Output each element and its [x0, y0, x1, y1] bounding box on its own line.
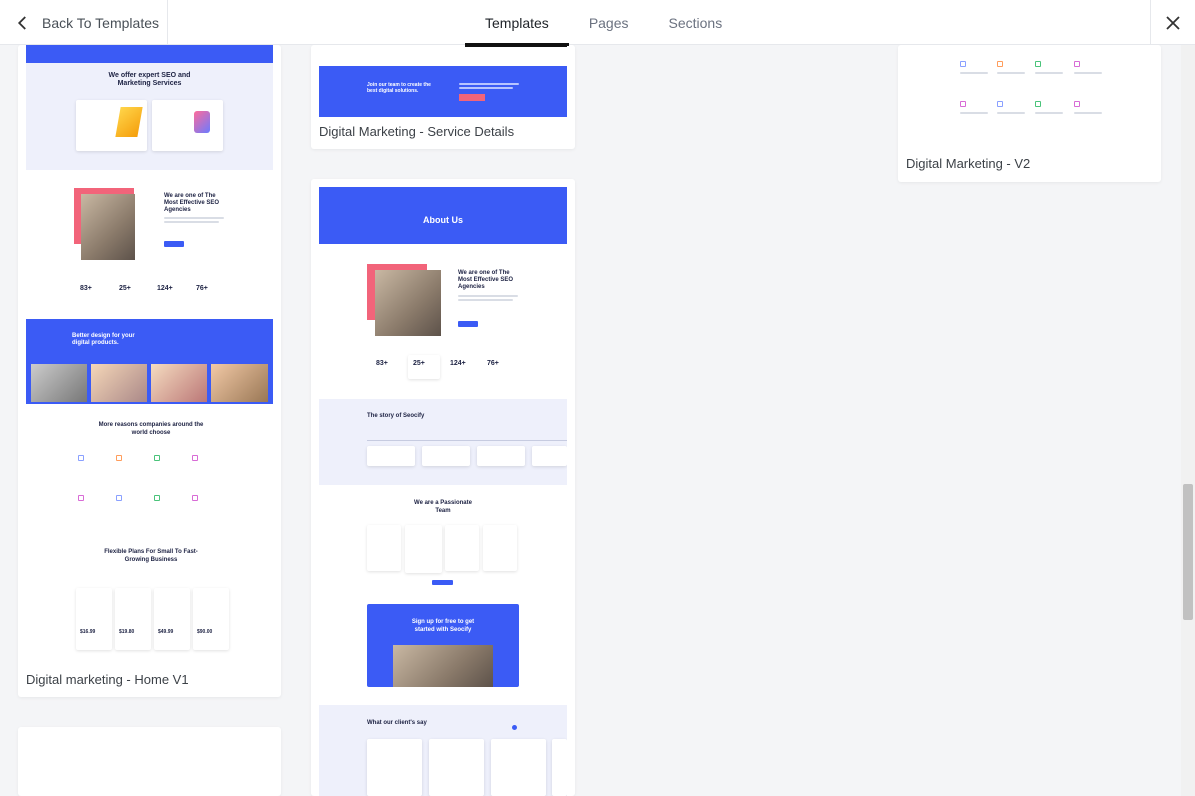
clients-section: What our client's say	[319, 705, 567, 796]
close-button[interactable]	[1150, 0, 1195, 45]
template-card-home-v1[interactable]: We offer expert SEO and Marketing Servic…	[18, 45, 281, 697]
template-card-services[interactable]: Services	[18, 727, 281, 796]
template-thumbnail-home-v1[interactable]: We offer expert SEO and Marketing Servic…	[26, 45, 273, 667]
team-photo	[81, 194, 135, 260]
template-thumbnail-services[interactable]: Services	[26, 735, 273, 796]
signup-section: Sign up for free to get started with Seo…	[367, 604, 519, 687]
design-section: Better design for your digital products.	[26, 319, 273, 404]
template-thumbnail-service-details[interactable]: Join our team to create the best digital…	[319, 45, 567, 117]
template-card-about[interactable]: About Us We are one of The Most Effectiv…	[311, 179, 575, 796]
top-bar: Back To Templates Templates Pages Sectio…	[0, 0, 1195, 46]
clients-title: What our client's say	[367, 720, 427, 726]
back-label: Back To Templates	[42, 14, 159, 31]
signup-title: Sign up for free to get started with Seo…	[411, 619, 475, 633]
seo-section: We offer expert SEO and Marketing Servic…	[26, 45, 273, 170]
close-icon	[1166, 15, 1180, 30]
services-banner-title: Services	[130, 757, 169, 767]
template-thumbnail-about[interactable]: About Us We are one of The Most Effectiv…	[319, 187, 567, 796]
story-title: The story of Seocify	[367, 413, 425, 419]
about-agency-title: We are one of The Most Effective SEO Age…	[458, 270, 514, 290]
chevron-left-icon	[17, 15, 26, 30]
template-label-home-v1: Digital marketing - Home V1	[26, 672, 189, 687]
join-text: Join our team to create the best digital…	[367, 82, 431, 94]
story-section: The story of Seocify	[319, 399, 567, 485]
tab-pages[interactable]: Pages	[569, 0, 649, 45]
scrollbar-thumb[interactable]	[1183, 484, 1193, 620]
template-label-v2: Digital Marketing - V2	[906, 156, 1031, 171]
back-to-templates-button[interactable]: Back To Templates	[0, 0, 168, 45]
tab-bar: Templates Pages Sections	[465, 0, 743, 46]
seo-title: We offer expert SEO and Marketing Servic…	[108, 72, 191, 87]
plans-title: Flexible Plans For Small To Fast-Growing…	[104, 549, 198, 563]
tab-sections[interactable]: Sections	[649, 0, 743, 45]
agency-title: We are one of The Most Effective SEO Age…	[164, 193, 220, 213]
team-title: We are a Passionate Team	[414, 500, 472, 514]
tab-templates[interactable]: Templates	[465, 0, 569, 46]
reasons-title: More reasons companies around the world …	[98, 422, 204, 436]
template-label-service-details: Digital Marketing - Service Details	[319, 124, 515, 139]
scrollbar-track[interactable]	[1181, 45, 1195, 796]
template-card-service-details[interactable]: Join our team to create the best digital…	[311, 45, 575, 149]
about-banner-title: About Us	[423, 215, 463, 225]
template-thumbnail-v2[interactable]	[906, 45, 1153, 145]
template-card-v2[interactable]: Digital Marketing - V2	[898, 45, 1161, 182]
